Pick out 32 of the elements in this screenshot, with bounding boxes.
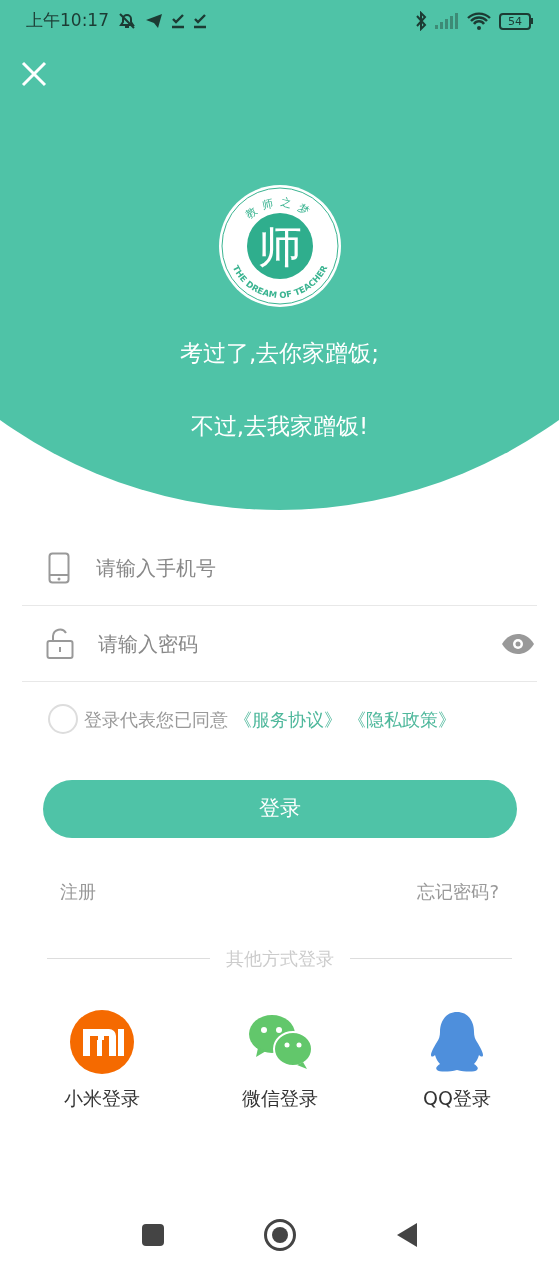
slogan-line: 不过,去我家蹭饭!: [190, 411, 369, 441]
download-done-icon: [193, 13, 207, 29]
social-login-button[interactable]: QQ登录: [407, 1010, 507, 1113]
status-time: 上午10:17: [26, 9, 109, 33]
signal-icon: [435, 13, 459, 29]
back-button[interactable]: [395, 1222, 418, 1248]
chat-bubbles-icon: [247, 1014, 312, 1070]
mute-bell-icon: [117, 12, 137, 30]
agreement-checkbox[interactable]: [48, 704, 78, 734]
policy-link[interactable]: 《隐私政策》: [348, 705, 456, 733]
phone-icon: [48, 551, 70, 584]
forgot-password-link[interactable]: 忘记密码?: [417, 878, 499, 905]
social-login-button[interactable]: 小米登录: [52, 1010, 152, 1113]
policy-link[interactable]: 《服务协议》: [234, 705, 342, 733]
wifi-icon: [467, 12, 491, 30]
battery-icon: 54: [499, 12, 533, 30]
bluetooth-icon: [415, 11, 427, 31]
register-link[interactable]: 注册: [60, 878, 96, 905]
login-button[interactable]: 登录: [43, 780, 517, 838]
recent-apps-button[interactable]: [141, 1224, 164, 1246]
slogan-line: 考过了,去你家蹭饭;: [179, 339, 380, 368]
send-icon: [145, 13, 163, 29]
penguin-icon: [429, 1010, 485, 1074]
social-login-button[interactable]: 微信登录: [229, 1010, 330, 1113]
agreement-text: 登录代表您已同意: [84, 707, 228, 732]
phone-input[interactable]: 请输入手机号: [96, 552, 537, 583]
home-button[interactable]: [263, 1219, 296, 1251]
download-done-icon: [171, 13, 185, 29]
show-password-button[interactable]: [501, 631, 535, 656]
padlock-icon: [46, 627, 74, 660]
password-input[interactable]: 请输入密码: [98, 628, 477, 659]
mi-logo-icon: [70, 1010, 134, 1074]
